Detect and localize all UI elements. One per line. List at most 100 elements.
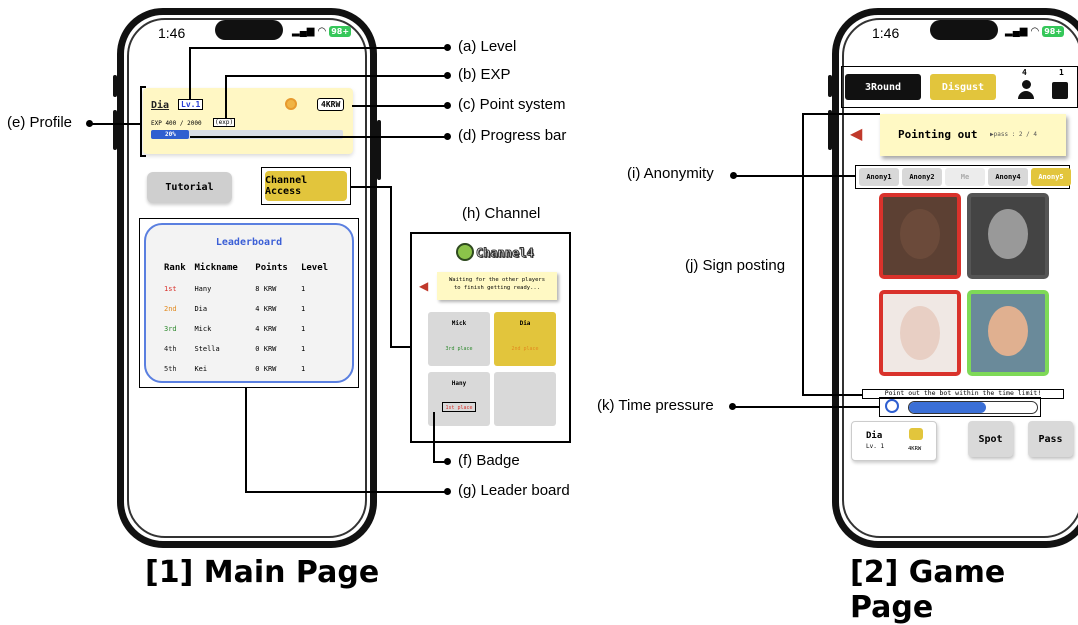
annotation-exp: (b) EXP bbox=[458, 66, 511, 83]
phone-side-button bbox=[377, 120, 381, 180]
round-indicator: 3Round bbox=[845, 74, 921, 100]
timer-bar bbox=[908, 401, 1038, 414]
player-card-hany[interactable]: Hany 1st place bbox=[428, 372, 490, 426]
progress-bar: 20% bbox=[151, 130, 343, 139]
status-time: 1:46 bbox=[158, 25, 186, 41]
leaderboard-row: 4th Stella 0 KRW 1 bbox=[164, 339, 339, 359]
battery-icon: 98+ bbox=[1042, 26, 1065, 37]
game-profile-card: Dia Lv. 1 4KRW bbox=[851, 421, 937, 461]
clock-icon bbox=[885, 399, 899, 413]
spot-button[interactable]: Spot bbox=[968, 421, 1013, 457]
profile-card[interactable]: Dia Lv.1 4KRW EXP 400 / 2000 (exp) 20% bbox=[143, 88, 353, 154]
leaderboard-row: 1st Hany 8 KRW 1 bbox=[164, 279, 339, 299]
pass-button[interactable]: Pass bbox=[1028, 421, 1073, 457]
leaderboard-row: 5th Kei 0 KRW 1 bbox=[164, 359, 339, 379]
leaderboard-cell-name: Stella bbox=[194, 345, 220, 353]
emotion-indicator: Disgust bbox=[930, 74, 996, 100]
profile-name: Dia bbox=[151, 100, 170, 111]
leaderboard-title: Leaderboard bbox=[215, 237, 283, 248]
face-card-2[interactable] bbox=[967, 193, 1049, 279]
leaderboard-cell-level: 1 bbox=[300, 325, 306, 333]
pass-counter: ▶pass : 2 / 4 bbox=[990, 131, 1037, 138]
game-profile-points: 4KRW bbox=[908, 446, 922, 452]
player-card-mick[interactable]: Mick 3rd place bbox=[428, 312, 490, 366]
wifi-icon: ◠ bbox=[317, 26, 327, 37]
player-name: Dia bbox=[519, 320, 531, 327]
face-card-3[interactable] bbox=[879, 290, 961, 376]
annotation-time-pressure: (k) Time pressure bbox=[597, 397, 714, 414]
phone-side-button bbox=[828, 75, 832, 97]
status-time: 1:46 bbox=[872, 25, 900, 41]
leaderboard-cell-rank: 4th bbox=[164, 345, 177, 353]
timer-fill bbox=[909, 402, 986, 413]
megaphone-icon: ◀ bbox=[850, 126, 863, 143]
annotation-badge: (f) Badge bbox=[458, 452, 520, 469]
leaderboard-cell-points: 8 KRW bbox=[255, 285, 277, 293]
sign-posting-box: Pointing out ▶pass : 2 / 4 bbox=[880, 114, 1066, 156]
leaderboard-header: Level bbox=[300, 263, 329, 273]
person-icon bbox=[1017, 80, 1035, 100]
leaderboard-row: 2nd Dia 4 KRW 1 bbox=[164, 299, 339, 319]
player-card-dia[interactable]: Dia 2nd place bbox=[494, 312, 556, 366]
anony-button[interactable]: Anony4 bbox=[988, 168, 1028, 186]
coin-icon bbox=[285, 98, 297, 110]
player-name: Hany bbox=[451, 380, 467, 387]
leaderboard-cell-level: 1 bbox=[300, 285, 306, 293]
battery-icon: 98+ bbox=[329, 26, 352, 37]
face-card-1[interactable] bbox=[879, 193, 961, 279]
wifi-icon: ◠ bbox=[1030, 26, 1040, 37]
level-badge: Lv.1 bbox=[178, 99, 204, 110]
signal-icon: ▂▄▆ bbox=[1005, 26, 1028, 37]
annotation-channel: (h) Channel bbox=[462, 205, 541, 222]
status-icons: ▂▄▆ ◠ 98+ bbox=[292, 26, 352, 37]
tutorial-button[interactable]: Tutorial bbox=[147, 172, 232, 203]
phone-side-button bbox=[828, 110, 832, 150]
channel-logo-icon bbox=[456, 243, 474, 261]
leaderboard-cell-level: 1 bbox=[300, 345, 306, 353]
annotation-progress-bar: (d) Progress bar bbox=[458, 127, 567, 144]
human-count: 4 bbox=[1022, 68, 1027, 77]
leaderboard-cell-name: Hany bbox=[194, 285, 212, 293]
leaderboard-cell-rank: 2nd bbox=[164, 305, 177, 313]
channel-message: Waiting for the other players to finish … bbox=[437, 272, 557, 300]
signal-icon: ▂▄▆ bbox=[292, 26, 315, 37]
pointing-out-label: Pointing out bbox=[898, 128, 978, 141]
leaderboard-cell-points: 0 KRW bbox=[255, 365, 277, 373]
leaderboard-cell-level: 1 bbox=[300, 305, 306, 313]
leaderboard-cell-name: Kei bbox=[194, 365, 208, 373]
leaderboard-header: Rank bbox=[164, 263, 186, 273]
leaderboard-table: Rank Mickname Points Level 1st Hany 8 KRW 1 2nd… bbox=[164, 257, 339, 379]
phone-side-button bbox=[113, 75, 117, 97]
game-profile-name: Dia bbox=[866, 431, 883, 441]
leaderboard-cell-points: 4 KRW bbox=[255, 325, 277, 333]
points-display: 4KRW bbox=[317, 98, 345, 111]
player-name: Mick bbox=[451, 320, 467, 327]
leaderboard-cell-name: Dia bbox=[194, 305, 208, 313]
leaderboard-cell-level: 1 bbox=[300, 365, 306, 373]
annotation-leader-board: (g) Leader board bbox=[458, 482, 570, 499]
game-profile-level: Lv. 1 bbox=[866, 443, 885, 450]
leaderboard-header: Mickname bbox=[194, 263, 238, 273]
face-card-4[interactable] bbox=[967, 290, 1049, 376]
caption-game-page: [2] Game Page bbox=[850, 555, 1006, 625]
leaderboard-row: 3rd Mick 4 KRW 1 bbox=[164, 319, 339, 339]
bot-count: 1 bbox=[1059, 68, 1064, 77]
leaderboard-cell-name: Mick bbox=[194, 325, 212, 333]
anony-button[interactable]: Anony1 bbox=[859, 168, 899, 186]
channel-title: Channel4 bbox=[476, 246, 535, 261]
anony-button[interactable]: Anony2 bbox=[902, 168, 942, 186]
annotation-profile: (e) Profile bbox=[7, 114, 73, 131]
annotation-anonymity: (i) Anonymity bbox=[627, 165, 714, 182]
anony-button[interactable]: Me bbox=[945, 168, 985, 186]
leaderboard-cell-points: 4 KRW bbox=[255, 305, 277, 313]
anony-button[interactable]: Anony5 bbox=[1031, 168, 1071, 186]
megaphone-icon: ◀ bbox=[419, 279, 429, 293]
phone-side-button bbox=[113, 110, 117, 150]
player-card-empty bbox=[494, 372, 556, 426]
robot-icon bbox=[1052, 82, 1068, 99]
annotation-level: (a) Level bbox=[458, 38, 517, 55]
caption-main-page: [1] Main Page bbox=[145, 555, 380, 590]
leaderboard-panel: Leaderboard Rank Mickname Points Level 1st H… bbox=[144, 223, 354, 383]
leaderboard-cell-rank: 5th bbox=[164, 365, 177, 373]
channel-access-button[interactable]: Channel Access bbox=[265, 171, 347, 201]
